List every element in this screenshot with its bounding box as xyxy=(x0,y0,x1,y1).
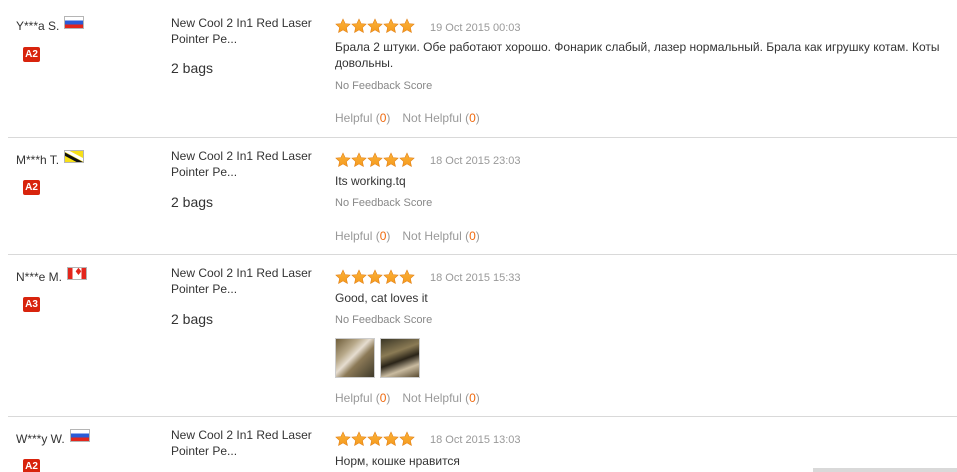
helpful-label: Helpful xyxy=(335,111,373,125)
horizontal-scrollbar[interactable] xyxy=(813,468,957,472)
star-icon xyxy=(351,269,367,285)
star-rating xyxy=(335,269,415,285)
star-rating xyxy=(335,152,415,168)
not-helpful-count: 0 xyxy=(469,111,476,125)
star-icon xyxy=(383,431,399,447)
ru-flag-icon xyxy=(64,15,85,29)
buyer-level-badge: A3 xyxy=(23,297,40,312)
review-date: 18 Oct 2015 13:03 xyxy=(430,434,521,446)
review-photo-thumbnail[interactable] xyxy=(335,338,375,378)
order-quantity: 2 bags xyxy=(171,311,214,327)
review-item: Y***a S. A2 New Cool 2 In1 Red Laser Poi… xyxy=(8,5,957,137)
star-icon xyxy=(399,18,415,34)
product-link[interactable]: New Cool 2 In1 Red Laser Pointer Pe... xyxy=(171,15,321,47)
star-icon xyxy=(399,431,415,447)
star-icon xyxy=(383,269,399,285)
feedback-score: No Feedback Score xyxy=(335,80,433,92)
review-photo-thumbnail[interactable] xyxy=(380,338,420,378)
star-icon xyxy=(399,269,415,285)
not-helpful-button[interactable]: Not Helpful (0) xyxy=(402,229,479,243)
bn-flag-icon xyxy=(64,150,85,163)
reviewer: Y***a S. xyxy=(16,15,85,33)
reviewer: M***h T. xyxy=(16,150,85,167)
feedback-score: No Feedback Score xyxy=(335,314,433,326)
review-date: 18 Oct 2015 15:33 xyxy=(430,272,521,284)
review-item: W***y W. A2 New Cool 2 In1 Red Laser Poi… xyxy=(8,416,957,472)
star-icon xyxy=(383,152,399,168)
review-date: 19 Oct 2015 00:03 xyxy=(430,22,521,34)
reviewer-name: W***y W. xyxy=(16,432,65,446)
helpful-votes: Helpful (0) Not Helpful (0) xyxy=(335,391,480,405)
ru-flag-icon xyxy=(69,429,90,442)
star-icon xyxy=(383,18,399,34)
product-link[interactable]: New Cool 2 In1 Red Laser Pointer Pe... xyxy=(171,265,321,297)
helpful-button[interactable]: Helpful (0) xyxy=(335,391,390,405)
review-text: Good, cat loves it xyxy=(335,291,428,305)
buyer-level-badge: A2 xyxy=(23,459,40,472)
ca-flag-icon xyxy=(67,267,88,280)
product-link[interactable]: New Cool 2 In1 Red Laser Pointer Pe... xyxy=(171,427,321,459)
helpful-button[interactable]: Helpful (0) xyxy=(335,229,390,243)
star-icon xyxy=(335,269,351,285)
reviewer-name: M***h T. xyxy=(16,153,60,167)
reviewer-name: Y***a S. xyxy=(16,19,60,33)
order-quantity: 2 bags xyxy=(171,60,214,76)
not-helpful-button[interactable]: Not Helpful (0) xyxy=(402,111,479,125)
review-date: 18 Oct 2015 23:03 xyxy=(430,155,521,167)
star-icon xyxy=(399,152,415,168)
star-icon xyxy=(367,431,383,447)
helpful-votes: Helpful (0) Not Helpful (0) xyxy=(335,229,480,243)
star-icon xyxy=(335,18,351,34)
star-icon xyxy=(351,152,367,168)
order-quantity: 2 bags xyxy=(171,194,214,210)
star-rating xyxy=(335,18,415,34)
helpful-button[interactable]: Helpful (0) xyxy=(335,111,390,125)
review-text: Брала 2 штуки. Обе работают хорошо. Фона… xyxy=(335,40,940,70)
review-text: Норм, кошке нравится xyxy=(335,454,460,468)
not-helpful-count: 0 xyxy=(469,391,476,405)
helpful-count: 0 xyxy=(379,229,387,243)
reviewer-name: N***e M. xyxy=(16,270,63,284)
review-text: Its working.tq xyxy=(335,174,406,188)
not-helpful-label: Not Helpful xyxy=(402,391,462,405)
review-item: M***h T. A2 New Cool 2 In1 Red Laser Poi… xyxy=(8,137,957,254)
not-helpful-label: Not Helpful xyxy=(402,229,462,243)
star-icon xyxy=(367,152,383,168)
star-icon xyxy=(367,18,383,34)
reviewer: N***e M. xyxy=(16,267,88,284)
helpful-label: Helpful xyxy=(335,391,373,405)
helpful-votes: Helpful (0) Not Helpful (0) xyxy=(335,111,480,125)
helpful-count: 0 xyxy=(379,391,387,405)
product-link[interactable]: New Cool 2 In1 Red Laser Pointer Pe... xyxy=(171,148,321,180)
buyer-level-badge: A2 xyxy=(23,180,40,195)
not-helpful-button[interactable]: Not Helpful (0) xyxy=(402,391,479,405)
not-helpful-count: 0 xyxy=(469,229,476,243)
star-icon xyxy=(351,18,367,34)
star-rating xyxy=(335,431,415,447)
review-item: N***e M. A3 New Cool 2 In1 Red Laser Poi… xyxy=(8,254,957,416)
helpful-label: Helpful xyxy=(335,229,373,243)
star-icon xyxy=(335,152,351,168)
helpful-count: 0 xyxy=(379,111,387,125)
feedback-score: No Feedback Score xyxy=(335,197,433,209)
star-icon xyxy=(335,431,351,447)
star-icon xyxy=(367,269,383,285)
star-icon xyxy=(351,431,367,447)
reviewer: W***y W. xyxy=(16,429,90,446)
not-helpful-label: Not Helpful xyxy=(402,111,462,125)
buyer-level-badge: A2 xyxy=(23,47,40,62)
